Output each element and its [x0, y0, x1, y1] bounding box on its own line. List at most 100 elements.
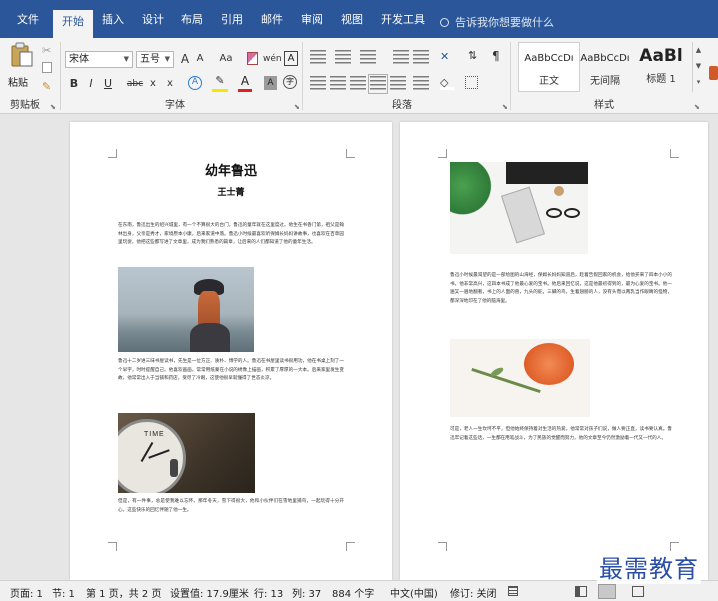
bold-button[interactable]: B [68, 76, 80, 92]
style-normal[interactable]: AaBbCcDı 正文 [518, 42, 580, 92]
paragraph: 鲁迅十二岁进三味书屋读书，先生是一位方正、质朴、博学的人。鲁迅在书屋里读书很用功… [118, 359, 344, 382]
font-launcher-icon[interactable]: ⬊ [294, 103, 300, 111]
print-layout-icon[interactable] [598, 584, 616, 599]
justify-icon[interactable] [368, 74, 388, 94]
search-icon [440, 18, 449, 27]
styles-launcher-icon[interactable]: ⬊ [694, 103, 700, 111]
superscript-button[interactable]: x [164, 76, 176, 92]
sort-icon[interactable]: ⇅ [468, 49, 477, 62]
text-effects-icon[interactable]: A [188, 76, 202, 90]
status-track-changes[interactable]: 修订: 关闭 [450, 585, 497, 600]
page-1[interactable]: 幼年鲁迅 王士菁 在东南，鲁迅出生的绍兴城里，有一个不算很大的台门，鲁迅的童年就… [70, 122, 392, 580]
paste-label: 粘贴 [8, 78, 28, 89]
copy-icon[interactable] [42, 62, 52, 73]
tab-references[interactable]: 引用 [212, 8, 252, 38]
bullets-icon[interactable] [310, 50, 326, 66]
format-painter-icon[interactable]: ✎ [42, 80, 51, 93]
tab-mailings[interactable]: 邮件 [252, 8, 292, 38]
shading-icon[interactable]: ◇ [440, 76, 454, 90]
chinese-layout-icon[interactable]: ✕ [440, 50, 449, 63]
read-mode-icon[interactable] [575, 586, 587, 597]
paragraph: 可是，老人一生坎坷不平，但他始终保持着对生活的热爱。他常常对孩子们说，做人要正直… [450, 427, 672, 441]
highlight-icon[interactable]: ✎ [212, 74, 228, 92]
align-left-icon[interactable] [310, 76, 326, 92]
tab-developer[interactable]: 开发工具 [372, 8, 434, 38]
tab-insert[interactable]: 插入 [93, 8, 133, 38]
status-section[interactable]: 节: 1 [52, 585, 75, 600]
multilevel-list-icon[interactable] [360, 50, 376, 66]
clipboard-launcher-icon[interactable]: ⬊ [50, 103, 56, 111]
style-preview: AaBbCcDı [524, 53, 574, 64]
style-heading-1[interactable]: AaBl 标题 1 [630, 42, 692, 92]
macro-record-icon[interactable] [508, 586, 518, 596]
styles-scroll[interactable]: ▲ ▼ ▾ [692, 42, 704, 92]
paragraph-group-label: 段落 [392, 100, 412, 111]
strikethrough-button[interactable]: abc [126, 76, 144, 92]
line-spacing-icon[interactable] [413, 76, 429, 92]
document-workspace[interactable]: 幼年鲁迅 王士菁 在东南，鲁迅出生的绍兴城里，有一个不算很大的台门，鲁迅的童年就… [0, 114, 718, 580]
underline-button[interactable]: U [102, 76, 114, 92]
web-layout-icon[interactable] [632, 586, 644, 597]
subscript-button[interactable]: x [147, 76, 159, 92]
tab-view[interactable]: 视图 [332, 8, 372, 38]
margin-corner [346, 542, 355, 551]
paragraph-launcher-icon[interactable]: ⬊ [502, 103, 508, 111]
doc-title: 幼年鲁迅 [204, 164, 257, 179]
clock-photo: TIME [118, 413, 255, 493]
numbering-icon[interactable] [335, 50, 351, 66]
style-name: 标题 1 [646, 74, 676, 85]
status-page[interactable]: 页面: 1 [10, 585, 43, 600]
distributed-icon[interactable] [390, 76, 406, 92]
paragraph: 鲁迅小时候最渴望的是一部绘图的山海经，保姆长妈妈知道后，趁着告假回家的机会，给他… [450, 273, 672, 304]
margin-corner [108, 149, 117, 158]
font-color-icon[interactable]: A [238, 74, 252, 92]
collapse-ribbon-icon[interactable] [709, 66, 718, 80]
style-no-spacing[interactable]: AaBbCcDı 无间隔 [574, 42, 636, 92]
paste-button[interactable]: 粘贴 [6, 42, 38, 92]
phonetic-guide-button[interactable]: wén [263, 51, 282, 67]
font-size-select[interactable]: 五号 ▼ [136, 51, 174, 68]
clear-format-icon[interactable] [247, 52, 258, 65]
align-right-icon[interactable] [350, 76, 366, 92]
status-page-count[interactable]: 第 1 页，共 2 页 [86, 585, 161, 600]
tab-layout[interactable]: 布局 [172, 8, 212, 38]
char-shading-icon[interactable]: A [264, 76, 277, 90]
font-size-value: 五号 [140, 54, 160, 65]
style-preview: AaBl [639, 46, 683, 66]
status-row[interactable]: 行: 13 [254, 585, 283, 600]
tab-design[interactable]: 设计 [133, 8, 173, 38]
margin-corner [670, 542, 679, 551]
decrease-indent-icon[interactable] [393, 50, 409, 66]
borders-icon[interactable] [465, 76, 478, 89]
margin-corner [438, 149, 447, 158]
style-name: 无间隔 [590, 76, 620, 87]
increase-indent-icon[interactable] [413, 50, 429, 66]
status-column[interactable]: 列: 37 [292, 585, 321, 600]
grow-font-button[interactable]: A [178, 51, 192, 67]
tell-me-text: 告诉我你想要做什么 [455, 16, 554, 29]
tab-home[interactable]: 开始 [53, 10, 93, 38]
tab-file[interactable]: 文件 [8, 8, 48, 38]
change-case-button[interactable]: Aa [215, 51, 237, 67]
page-2[interactable]: 鲁迅小时候最渴望的是一部绘图的山海经，保姆长妈妈知道后，趁着告假回家的机会，给他… [400, 122, 708, 580]
show-marks-icon[interactable]: ¶ [492, 49, 500, 63]
font-name-select[interactable]: 宋体 ▼ [65, 51, 133, 68]
tab-review[interactable]: 审阅 [292, 8, 332, 38]
status-position[interactable]: 设置值: 17.9厘米 [170, 585, 249, 600]
styles-group-label: 样式 [594, 100, 614, 111]
woman-photo [118, 267, 254, 352]
clipboard-group-label: 剪贴板 [10, 100, 40, 111]
group-separator [302, 42, 303, 110]
enclose-char-icon[interactable]: 字 [283, 75, 297, 89]
char-border-icon[interactable]: A [284, 51, 298, 66]
tell-me-box[interactable]: 告诉我你想要做什么 [440, 14, 554, 30]
status-word-count[interactable]: 884 个字 [332, 585, 374, 600]
style-preview: AaBbCcDı [580, 53, 630, 64]
paste-icon [11, 42, 33, 67]
align-center-icon[interactable] [330, 76, 346, 92]
desk-photo [450, 162, 588, 254]
cut-icon[interactable]: ✂ [42, 44, 51, 57]
italic-button[interactable]: I [85, 76, 97, 92]
status-language[interactable]: 中文(中国) [390, 585, 438, 600]
shrink-font-button[interactable]: A [193, 51, 207, 67]
